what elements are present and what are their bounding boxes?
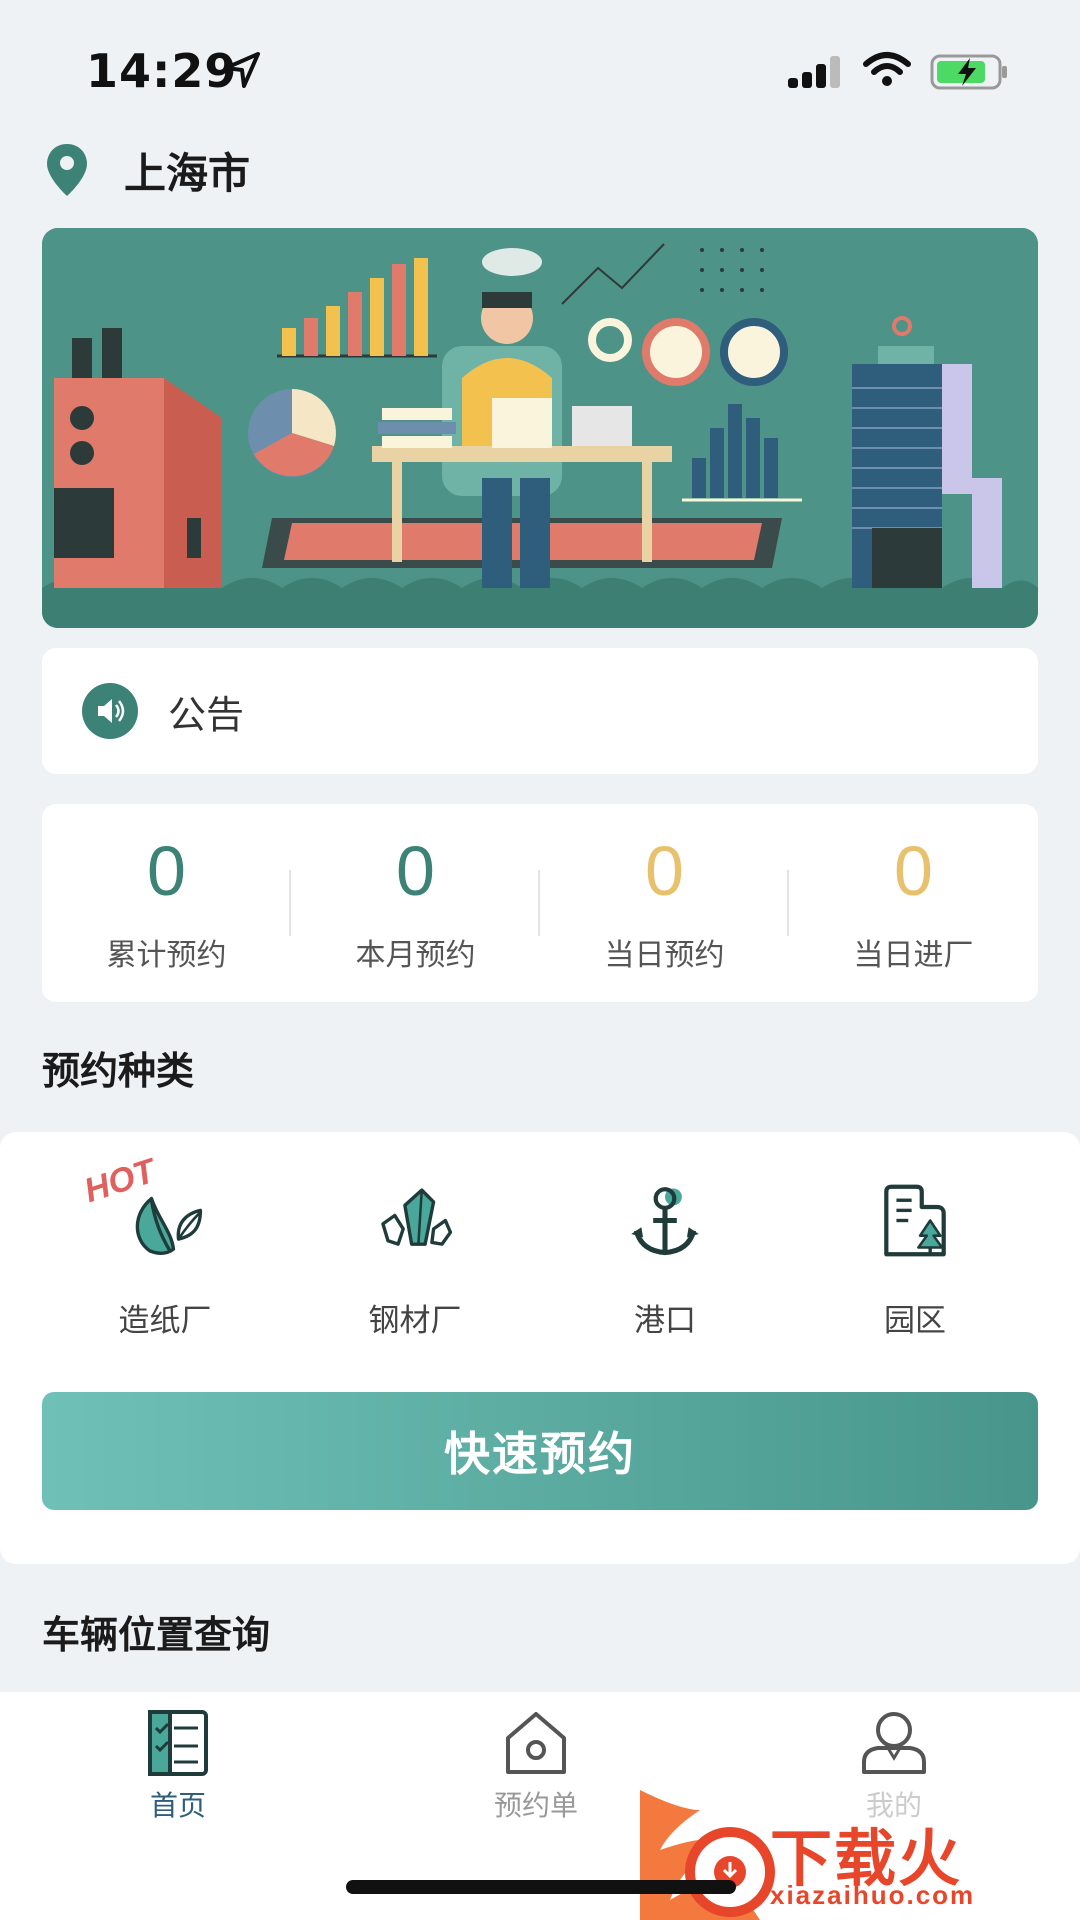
house-icon bbox=[506, 1712, 566, 1774]
type-label: 园区 bbox=[884, 1303, 946, 1339]
stat-value: 0 bbox=[894, 832, 933, 910]
stats-card: 0 累计预约 0 本月预约 0 当日预约 0 当日进厂 bbox=[42, 804, 1038, 1002]
user-icon bbox=[862, 1712, 926, 1774]
wifi-icon bbox=[863, 52, 911, 86]
stat-label: 累计预约 bbox=[106, 938, 227, 973]
notice-label: 公告 bbox=[168, 692, 245, 737]
types-section-title: 预约种类 bbox=[42, 1049, 195, 1093]
tab-label: 预约单 bbox=[493, 1789, 578, 1822]
map-pin-icon bbox=[47, 144, 87, 196]
type-paper-mill[interactable]: 造纸厂 bbox=[40, 1180, 290, 1340]
home-indicator[interactable] bbox=[346, 1880, 736, 1894]
crystal-icon bbox=[381, 1188, 453, 1246]
location-selector[interactable]: 上海市 bbox=[44, 140, 250, 200]
stat-month-appointments[interactable]: 0 本月预约 bbox=[291, 804, 540, 1002]
stat-value: 0 bbox=[396, 832, 435, 910]
type-label: 造纸厂 bbox=[118, 1303, 212, 1339]
speaker-icon bbox=[82, 683, 138, 739]
stat-label: 当日预约 bbox=[604, 938, 725, 973]
stat-value: 0 bbox=[645, 832, 684, 910]
tab-orders[interactable]: 预约单 bbox=[436, 1706, 636, 1824]
stat-value: 0 bbox=[147, 832, 186, 910]
notice-bar[interactable]: 公告 bbox=[42, 648, 1038, 774]
vehicle-section-title[interactable]: 车辆位置查询 bbox=[42, 1604, 270, 1659]
checklist-icon bbox=[148, 1710, 208, 1776]
stat-today-entries[interactable]: 0 当日进厂 bbox=[789, 804, 1038, 1002]
tab-label: 首页 bbox=[149, 1789, 206, 1822]
watermark-url: xiazaihuo.com bbox=[770, 1880, 976, 1910]
anchor-icon bbox=[631, 1187, 699, 1256]
stat-today-appointments[interactable]: 0 当日预约 bbox=[540, 804, 789, 1002]
types-card: 造纸厂 钢材厂 港口 园区 快速预约 bbox=[0, 1132, 1080, 1564]
banner-illustration[interactable] bbox=[42, 228, 1038, 628]
battery-icon bbox=[930, 54, 1007, 90]
tab-home[interactable]: 首页 bbox=[78, 1706, 278, 1824]
city-name: 上海市 bbox=[124, 148, 251, 198]
building-icon bbox=[884, 1184, 946, 1257]
stat-label: 当日进厂 bbox=[853, 938, 974, 973]
stat-total-appointments[interactable]: 0 累计预约 bbox=[42, 804, 291, 1002]
type-label: 钢材厂 bbox=[368, 1303, 462, 1339]
location-arrow-icon bbox=[224, 52, 260, 88]
cellular-signal-icon bbox=[788, 56, 840, 88]
banner-image bbox=[42, 228, 1038, 628]
status-time: 14:29 bbox=[86, 44, 238, 98]
quick-booking-button[interactable]: 快速预约 bbox=[42, 1392, 1038, 1510]
type-industrial-park[interactable]: 园区 bbox=[790, 1180, 1040, 1340]
stat-label: 本月预约 bbox=[355, 938, 476, 973]
type-label: 港口 bbox=[634, 1303, 696, 1339]
type-steel-mill[interactable]: 钢材厂 bbox=[290, 1180, 540, 1340]
status-bar: 14:29 bbox=[0, 0, 1080, 140]
type-port[interactable]: 港口 bbox=[540, 1180, 790, 1340]
